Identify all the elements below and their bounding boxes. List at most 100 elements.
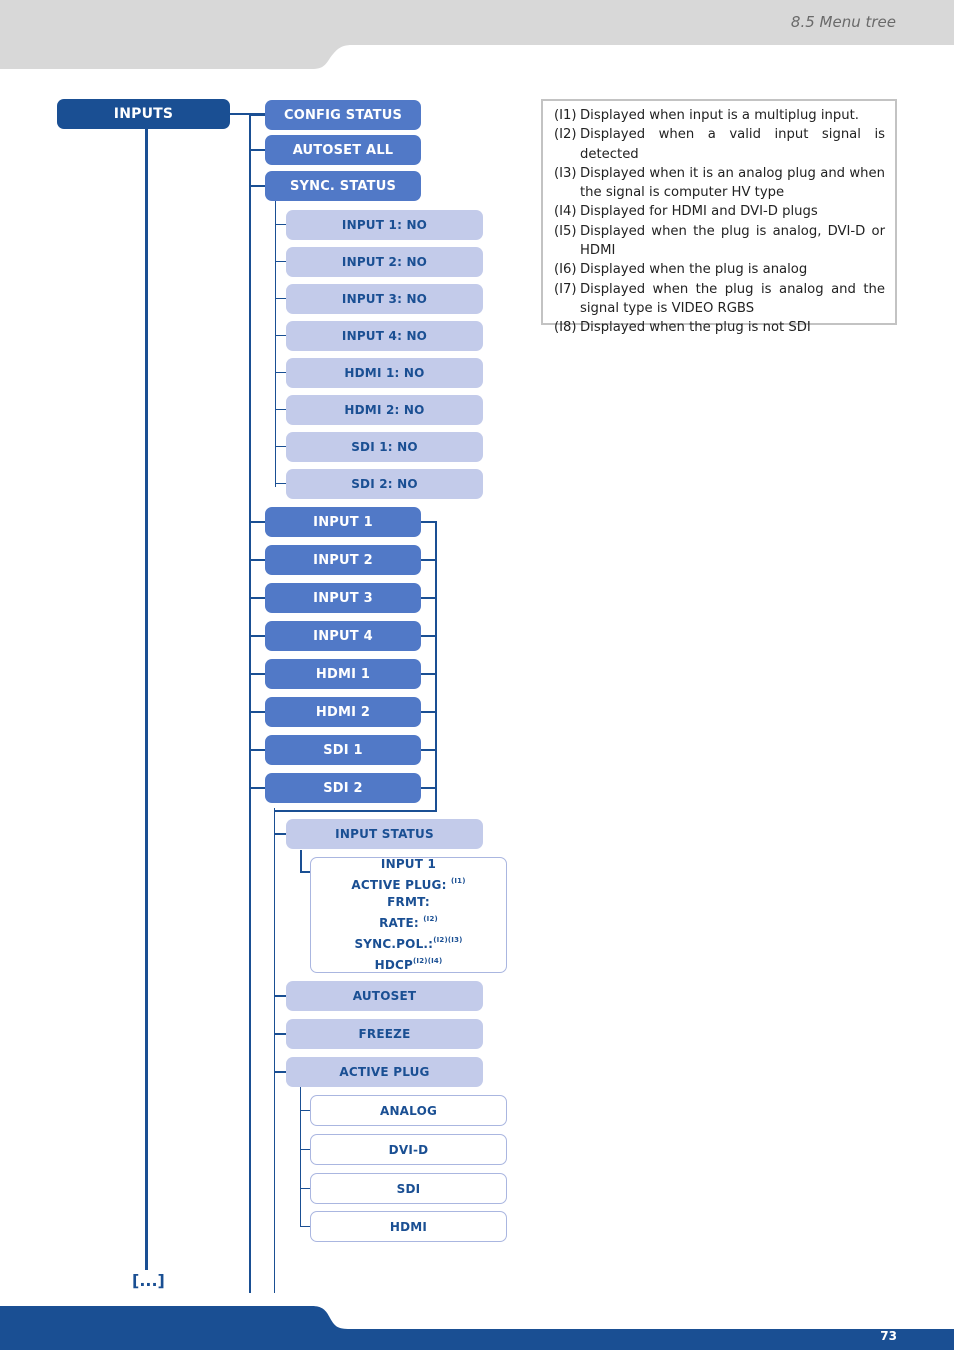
note-item: (I3) Displayed when it is an analog plug …: [554, 164, 885, 203]
connector: [421, 787, 436, 789]
connector: [250, 635, 265, 637]
status-label: SYNC.POL.:: [354, 937, 434, 951]
connector: [421, 597, 436, 599]
sync-status-item-input-3-no[interactable]: INPUT 3: NO: [286, 284, 483, 314]
page-footer-band: [0, 1306, 954, 1350]
menu-node-config-status[interactable]: CONFIG STATUS: [265, 100, 421, 130]
sync-status-item-hdmi-1-no[interactable]: HDMI 1: NO: [286, 358, 483, 388]
note-item: (I1) Displayed when input is a multiplug …: [554, 106, 885, 125]
menu-node-autoset-all[interactable]: AUTOSET ALL: [265, 135, 421, 165]
note-tag: (I7): [554, 281, 577, 297]
sync-status-item-sdi-1-no[interactable]: SDI 1: NO: [286, 432, 483, 462]
active-plug-option-hdmi[interactable]: HDMI: [310, 1211, 507, 1242]
note-tag: (I2): [554, 127, 577, 143]
connector: [250, 749, 265, 751]
status-label: ACTIVE PLUG:: [351, 878, 451, 892]
connector: [250, 787, 265, 789]
menu-node-input-status[interactable]: INPUT STATUS: [286, 819, 483, 849]
section-title: 8.5 Menu tree: [790, 13, 896, 31]
status-line: SYNC.POL.:(I2)(I3): [354, 932, 462, 953]
connector: [275, 1033, 286, 1035]
connector: [421, 673, 436, 675]
connector: [275, 1071, 286, 1073]
connector: [250, 114, 265, 116]
note-tag: (I4): [554, 204, 577, 220]
footnote-ref: (I2): [423, 915, 438, 923]
menu-node-input-3[interactable]: INPUT 3: [265, 583, 421, 613]
note-text: Displayed for HDMI and DVI-D plugs: [580, 204, 818, 220]
connector: [421, 749, 436, 751]
menu-node-sdi-1[interactable]: SDI 1: [265, 735, 421, 765]
note-tag: (I3): [554, 165, 577, 181]
active-plug-option-dvi-d[interactable]: DVI-D: [310, 1134, 507, 1165]
connector: [250, 185, 265, 187]
connector: [276, 335, 286, 336]
connector: [301, 1188, 310, 1189]
connector: [276, 298, 286, 299]
note-item: (I8) Displayed when the plug is not SDI: [554, 318, 885, 337]
note-text: Displayed when the plug is analog and th…: [580, 281, 885, 316]
status-label: HDCP: [374, 958, 414, 972]
sync-status-item-input-2-no[interactable]: INPUT 2: NO: [286, 247, 483, 277]
footnote-ref: (I2)(I3): [433, 936, 463, 944]
menu-node-active-plug[interactable]: ACTIVE PLUG: [286, 1057, 483, 1087]
note-text: Displayed when a valid input signal is d…: [580, 127, 885, 162]
note-text: Displayed when it is an analog plug and …: [580, 165, 885, 201]
connector: [276, 224, 286, 225]
connector: [276, 261, 286, 262]
input-status-display: INPUT 1 ACTIVE PLUG: (I1) FRMT: RATE: (I2) S…: [310, 857, 507, 973]
status-line: FRMT:: [387, 894, 430, 911]
connector: [250, 673, 265, 675]
connector: [250, 711, 265, 713]
note-item: (I4) Displayed for HDMI and DVI-D plugs: [554, 202, 885, 221]
status-line: INPUT 1: [381, 856, 436, 873]
status-line: ACTIVE PLUG: (I1): [351, 873, 465, 894]
menu-node-sdi-2[interactable]: SDI 2: [265, 773, 421, 803]
connector: [250, 149, 265, 151]
menu-node-input-4[interactable]: INPUT 4: [265, 621, 421, 651]
sync-status-item-hdmi-2-no[interactable]: HDMI 2: NO: [286, 395, 483, 425]
note-text: Displayed when the plug is not SDI: [580, 320, 811, 336]
connector: [250, 559, 265, 561]
status-label: RATE:: [379, 916, 424, 930]
status-line: RATE: (I2): [379, 911, 438, 932]
active-plug-option-sdi[interactable]: SDI: [310, 1173, 507, 1204]
note-tag: (I8): [554, 320, 577, 336]
note-text: Displayed when the plug is analog, DVI-D…: [580, 223, 885, 259]
menu-node-input-2[interactable]: INPUT 2: [265, 545, 421, 575]
active-plug-option-analog[interactable]: ANALOG: [310, 1095, 507, 1126]
connector: [276, 483, 286, 484]
note-text: Displayed when the plug is analog: [580, 262, 808, 278]
continuation-marker: [...]: [132, 1271, 165, 1290]
menu-node-autoset[interactable]: AUTOSET: [286, 981, 483, 1011]
connector: [275, 995, 286, 997]
note-item: (I2) Displayed when a valid input signal …: [554, 125, 885, 164]
sync-status-item-input-4-no[interactable]: INPUT 4: NO: [286, 321, 483, 351]
note-text: Displayed when input is a multiplug inpu…: [580, 108, 859, 123]
connector: [421, 521, 436, 523]
sync-status-item-sdi-2-no[interactable]: SDI 2: NO: [286, 469, 483, 499]
menu-node-sync-status[interactable]: SYNC. STATUS: [265, 171, 421, 201]
menu-node-inputs[interactable]: INPUTS: [57, 99, 230, 129]
sync-status-item-input-1-no[interactable]: INPUT 1: NO: [286, 210, 483, 240]
footnote-ref: (I2)(I4): [413, 957, 443, 965]
connector: [421, 559, 436, 561]
menu-node-freeze[interactable]: FREEZE: [286, 1019, 483, 1049]
note-tag: (I6): [554, 262, 577, 278]
connector: [250, 521, 265, 523]
note-item: (I6) Displayed when the plug is analog: [554, 260, 885, 279]
note-item: (I5) Displayed when the plug is analog, D…: [554, 222, 885, 261]
connector: [276, 446, 286, 447]
status-line: HDCP(I2)(I4): [375, 953, 443, 974]
connector: [250, 597, 265, 599]
menu-node-input-1[interactable]: INPUT 1: [265, 507, 421, 537]
connector: [301, 1226, 310, 1227]
menu-node-hdmi-2[interactable]: HDMI 2: [265, 697, 421, 727]
connector: [275, 833, 286, 835]
connector: [421, 711, 436, 713]
page-header-band: [0, 0, 954, 69]
menu-node-hdmi-1[interactable]: HDMI 1: [265, 659, 421, 689]
notes-legend: (I1) Displayed when input is a multiplug …: [541, 99, 897, 335]
status-label: INPUT 1: [380, 857, 437, 871]
note-tag: (I5): [554, 223, 577, 239]
